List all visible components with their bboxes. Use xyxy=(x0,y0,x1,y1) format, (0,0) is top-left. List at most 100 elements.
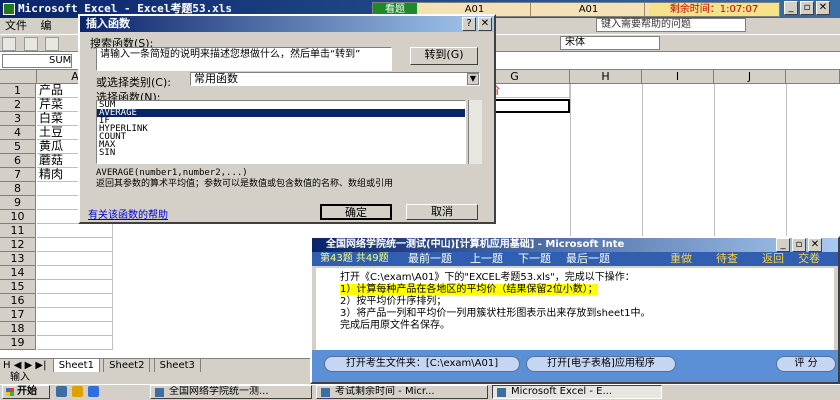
function-item-selected[interactable]: AVERAGE xyxy=(97,109,465,118)
cell-a[interactable] xyxy=(37,266,113,280)
cancel-button[interactable]: 取消 xyxy=(406,204,478,220)
row-header[interactable]: 11 xyxy=(0,224,36,238)
column-header-i[interactable]: I xyxy=(642,70,714,84)
cell-a[interactable] xyxy=(37,252,113,266)
row-header[interactable]: 17 xyxy=(0,308,36,322)
sheet-tab-2[interactable]: Sheet2 xyxy=(103,359,151,373)
row-header[interactable]: 10 xyxy=(0,210,36,224)
media-icon[interactable] xyxy=(88,386,99,397)
taskbar-item-exam-browser[interactable]: 全国网络学院统一测... xyxy=(150,385,312,399)
row-header[interactable]: 14 xyxy=(0,266,36,280)
cell-a[interactable] xyxy=(37,238,113,252)
function-list[interactable]: SUM AVERAGE IF HYPERLINK COUNT MAX SIN xyxy=(96,100,466,164)
last-question-link[interactable]: 最后一题 xyxy=(566,252,610,266)
row-header[interactable]: 16 xyxy=(0,294,36,308)
close-icon[interactable]: ✕ xyxy=(816,1,830,15)
row-header[interactable]: 5 xyxy=(0,140,36,154)
row-header[interactable]: 3 xyxy=(0,112,36,126)
task-restore-icon[interactable]: ▫ xyxy=(792,238,806,252)
task-minimize-icon[interactable]: _ xyxy=(776,238,790,252)
row-header[interactable]: 13 xyxy=(0,252,36,266)
open-spreadsheet-app-button[interactable]: 打开[电子表格]应用程序 xyxy=(526,356,676,372)
category-value: 常用函数 xyxy=(194,72,238,85)
question-instructions: 打开《C:\exam\A01》下的"EXCEL考题53.xls"，完成以下操作：… xyxy=(316,268,834,350)
function-item[interactable]: IF xyxy=(97,117,465,126)
dialog-close-icon[interactable]: ✕ xyxy=(478,17,492,31)
row-header[interactable]: 8 xyxy=(0,182,36,196)
column-header-j[interactable]: J xyxy=(714,70,786,84)
row-header[interactable]: 4 xyxy=(0,126,36,140)
cell-a[interactable] xyxy=(37,224,113,238)
row-header[interactable]: 12 xyxy=(0,238,36,252)
menu-edit[interactable]: 编 xyxy=(36,18,57,34)
help-search-input[interactable]: 键入需要帮助的问题 xyxy=(596,18,746,32)
ie-icon[interactable] xyxy=(56,386,67,397)
row-header[interactable]: 6 xyxy=(0,154,36,168)
dialog-title-bar: 插入函数 xyxy=(80,16,494,32)
question-progress: 第43题 共49题 xyxy=(320,253,389,264)
back-link[interactable]: 返回 xyxy=(762,252,784,266)
sheet-nav-buttons[interactable]: H ◀ ▶ ▶| xyxy=(0,359,50,372)
excel-app-icon xyxy=(3,3,15,15)
search-function-input[interactable]: 请输入一条简短的说明来描述您想做什么，然后单击“转到” xyxy=(96,47,392,71)
insert-function-dialog: 插入函数 ? ✕ 搜索函数(S): 请输入一条简短的说明来描述您想做什么，然后单… xyxy=(78,14,496,224)
function-item[interactable]: COUNT xyxy=(97,133,465,142)
open-student-folder-button[interactable]: 打开考生文件夹：[C:\exam\A01] xyxy=(324,356,520,372)
next-question-link[interactable]: 下一题 xyxy=(518,252,551,266)
save-icon[interactable] xyxy=(45,37,59,51)
dialog-title: 插入函数 xyxy=(86,17,130,30)
task-window-title: 全国网络学院统一测试(中山)[计算机应用基础] - Microsoft Inte xyxy=(326,239,625,250)
first-question-link[interactable]: 最前一题 xyxy=(408,252,452,266)
column-header-k[interactable] xyxy=(786,70,840,84)
goto-button[interactable]: 转到(G) xyxy=(410,47,478,65)
row-header[interactable]: 9 xyxy=(0,196,36,210)
name-box[interactable]: SUM xyxy=(2,54,72,68)
sheet-tab-3[interactable]: Sheet3 xyxy=(153,359,201,373)
status-mode: 输入 xyxy=(10,372,30,383)
function-syntax: AVERAGE(number1,number2,...) xyxy=(96,168,248,178)
sheet-tab-1[interactable]: Sheet1 xyxy=(52,359,100,373)
function-item[interactable]: MAX xyxy=(97,141,465,150)
minimize-icon[interactable]: _ xyxy=(784,1,798,15)
function-help-link[interactable]: 有关该函数的帮助 xyxy=(88,206,168,221)
font-name-box[interactable]: 宋体 xyxy=(560,36,660,50)
function-list-scrollbar[interactable] xyxy=(468,100,482,164)
grade-button[interactable]: 评 分 xyxy=(776,356,836,372)
exam-cell-ref-2: A01 xyxy=(533,3,645,16)
restore-icon[interactable]: ▫ xyxy=(800,1,814,15)
ok-button[interactable]: 确定 xyxy=(320,204,392,220)
new-icon[interactable] xyxy=(2,37,16,51)
column-header-h[interactable]: H xyxy=(570,70,642,84)
prev-question-link[interactable]: 上一题 xyxy=(470,252,503,266)
submit-link[interactable]: 交卷 xyxy=(798,252,820,266)
task-close-icon[interactable]: ✕ xyxy=(808,238,822,252)
chevron-down-icon[interactable]: ▼ xyxy=(467,73,479,85)
start-button[interactable]: 开始 xyxy=(2,385,50,399)
taskbar-item-timer[interactable]: 考试剩余时间 - Micr... xyxy=(316,385,488,399)
cell-a[interactable] xyxy=(37,280,113,294)
cell-a[interactable] xyxy=(37,308,113,322)
function-item[interactable]: HYPERLINK xyxy=(97,125,465,134)
folder-icon[interactable] xyxy=(72,386,83,397)
remaining-time: 剩余时间：1:07:07 xyxy=(649,3,779,16)
cell-a[interactable] xyxy=(37,294,113,308)
pending-link[interactable]: 待查 xyxy=(716,252,738,266)
row-header[interactable]: 2 xyxy=(0,98,36,112)
help-icon[interactable]: ? xyxy=(462,17,476,31)
function-item[interactable]: SUM xyxy=(97,101,465,110)
cell-a[interactable] xyxy=(37,336,113,350)
menu-file[interactable]: 文件 xyxy=(0,18,32,34)
row-header[interactable]: 18 xyxy=(0,322,36,336)
redo-link[interactable]: 重做 xyxy=(670,252,692,266)
row-header[interactable]: 1 xyxy=(0,84,36,98)
category-select[interactable]: 常用函数 ▼ xyxy=(190,72,480,86)
open-icon[interactable] xyxy=(23,37,38,51)
taskbar-item-excel[interactable]: Microsoft Excel - E... xyxy=(492,385,662,399)
question-nav-bar: 第43题 共49题 最前一题 上一题 下一题 最后一题 重做 待查 返回 交卷 xyxy=(312,252,838,266)
cell-a[interactable] xyxy=(37,322,113,336)
row-header[interactable]: 7 xyxy=(0,168,36,182)
row-header[interactable]: 15 xyxy=(0,280,36,294)
function-item[interactable]: SIN xyxy=(97,149,465,158)
select-all-corner[interactable] xyxy=(0,70,37,84)
row-header[interactable]: 19 xyxy=(0,336,36,350)
